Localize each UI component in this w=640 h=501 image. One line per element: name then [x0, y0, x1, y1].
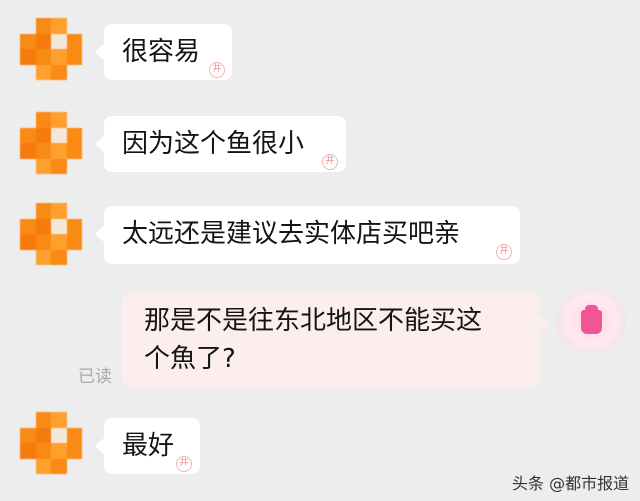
watermark-icon: 井: [322, 154, 338, 170]
message-text: 很容易: [122, 37, 201, 67]
contact-avatar[interactable]: [20, 112, 82, 174]
my-avatar[interactable]: [556, 288, 626, 354]
message-text: 太远还是建议去实体店买吧亲: [122, 219, 461, 249]
read-status: 已读: [78, 367, 112, 387]
message-text-line: 个魚了?: [144, 344, 236, 374]
contact-avatar[interactable]: [20, 203, 82, 265]
cup-icon: [581, 305, 602, 334]
watermark-icon: 井: [209, 62, 225, 78]
message-bubble[interactable]: 很容易 井: [95, 24, 232, 80]
message-bubble[interactable]: 因为这个鱼很小 井: [95, 116, 346, 172]
message-bubble[interactable]: 太远还是建议去实体店买吧亲 井: [95, 206, 520, 264]
message-text: 因为这个鱼很小: [122, 129, 305, 159]
source-watermark: 头条 @都市报道: [512, 474, 630, 493]
watermark-icon: 井: [176, 456, 192, 472]
message-bubble[interactable]: 最好 井: [95, 418, 200, 474]
contact-avatar[interactable]: [20, 18, 82, 80]
message-text: 最好: [122, 431, 175, 461]
watermark-icon: 井: [496, 244, 512, 260]
my-message-bubble[interactable]: 那是不是往东北地区不能买这 个魚了?: [122, 292, 549, 388]
message-text-line: 那是不是往东北地区不能买这: [144, 306, 483, 336]
contact-avatar[interactable]: [20, 412, 82, 474]
